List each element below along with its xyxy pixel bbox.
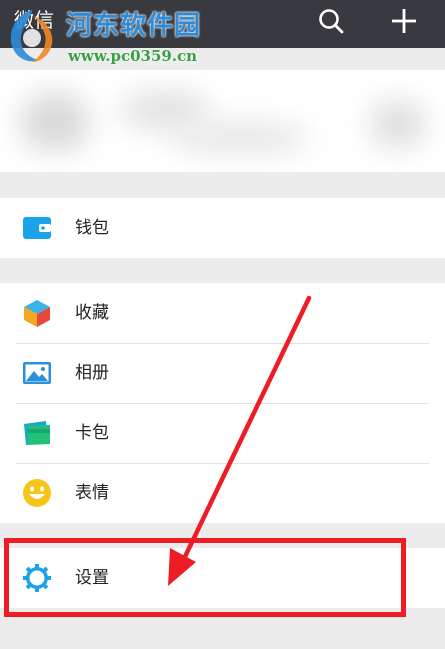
blurred-id: [170, 122, 310, 154]
watermark-logo-icon: [10, 10, 53, 62]
menu-label-stickers: 表情: [75, 483, 109, 503]
menu-label-favorites: 收藏: [75, 303, 109, 323]
menu-item-stickers[interactable]: 表情: [0, 463, 445, 523]
blurred-name: [120, 90, 210, 130]
menu-label-album: 相册: [75, 363, 109, 383]
tools-section: 收藏 相册 卡包 表情: [0, 283, 445, 523]
menu-item-favorites[interactable]: 收藏: [0, 283, 445, 343]
photo-icon: [22, 358, 52, 388]
menu-item-cards[interactable]: 卡包: [0, 403, 445, 463]
add-button[interactable]: [387, 4, 421, 38]
menu-label-cards: 卡包: [75, 423, 109, 443]
profile-card[interactable]: [0, 70, 445, 172]
wallet-section: 钱包: [0, 198, 445, 258]
search-button[interactable]: [314, 4, 348, 38]
blurred-qrcode: [370, 100, 426, 148]
plus-icon: [392, 9, 416, 33]
menu-item-settings[interactable]: 设置: [0, 548, 445, 608]
gear-icon: [22, 563, 52, 593]
menu-item-album[interactable]: 相册: [0, 343, 445, 403]
menu-item-wallet[interactable]: 钱包: [0, 198, 445, 258]
menu-label-wallet: 钱包: [75, 218, 109, 238]
cube-icon: [22, 298, 52, 328]
wallet-icon: [22, 213, 52, 243]
watermark-url: www.pc0359.cn: [68, 47, 198, 65]
search-icon: [319, 9, 344, 34]
watermark-title: 河东软件园: [66, 11, 202, 41]
settings-section: 设置: [0, 548, 445, 608]
smile-icon: [22, 478, 52, 508]
menu-label-settings: 设置: [75, 568, 109, 588]
blurred-avatar: [20, 92, 90, 152]
card-icon: [22, 418, 52, 448]
